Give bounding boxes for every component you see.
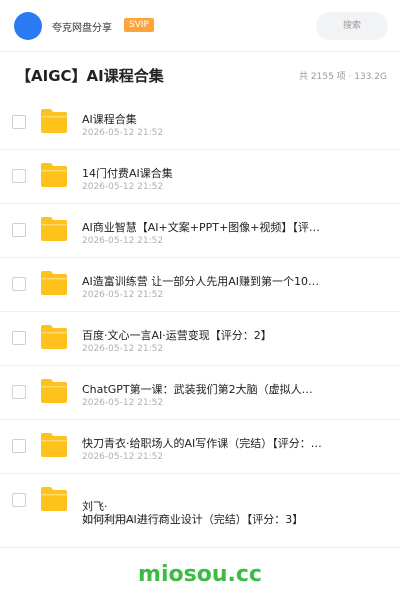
list-item[interactable]: AI造富训练营 让一部分人先用AI赚到第一个100… 2026-05-12 21… <box>0 258 400 312</box>
file-name: AI造富训练营 让一部分人先用AI赚到第一个100… <box>82 275 322 288</box>
file-date: 2026-05-12 21:52 <box>82 452 164 462</box>
list-item[interactable]: AI课程合集 2026-05-12 21:52 <box>0 96 400 150</box>
title-row: 【AIGC】AI课程合集 共 2155 项 · 133.2G <box>0 52 400 96</box>
file-date: 2026-05-12 21:52 <box>82 182 164 192</box>
page-title: 【AIGC】AI课程合集 <box>16 67 164 85</box>
file-name: AI课程合集 <box>82 113 137 126</box>
sharer-name: 夸克网盘分享 <box>52 23 112 34</box>
file-name: 快刀青衣·给职场人的AI写作课（完结）【评分：3】 <box>82 437 322 450</box>
folder-icon <box>41 271 67 295</box>
svip-badge: SVIP <box>124 18 154 32</box>
overlapping-file-name-line: 如何利用AI进行商业设计（完结）【评分：3】 <box>82 513 304 526</box>
list-item[interactable]: 百度·文心一言AI·运营变现【评分：2】 2026-05-12 21:52 <box>0 312 400 366</box>
file-date: 2026-05-12 21:52 <box>82 398 164 408</box>
file-count-summary: 共 2155 项 · 133.2G <box>299 72 387 82</box>
folder-icon <box>41 109 67 133</box>
list-item[interactable]: 14门付费AI课合集 2026-05-12 21:52 <box>0 150 400 204</box>
folder-icon <box>41 487 67 511</box>
site-watermark: miosou.cc <box>138 562 262 587</box>
folder-icon <box>41 433 67 457</box>
list-item[interactable]: ChatGPT第一课：武装我们第2大脑（虚拟人）【… 2026-05-12 21… <box>0 366 400 420</box>
folder-icon <box>41 325 67 349</box>
footer-bar: miosou.cc <box>0 547 400 600</box>
file-list: AI课程合集 2026-05-12 21:52 14门付费AI课合集 2026-… <box>0 96 400 525</box>
avatar[interactable] <box>14 12 42 40</box>
row-checkbox[interactable] <box>12 223 26 237</box>
row-checkbox[interactable] <box>12 277 26 291</box>
file-date: 2026-05-12 21:52 <box>82 290 164 300</box>
file-date: 2026-05-12 21:52 <box>82 344 164 354</box>
row-checkbox[interactable] <box>12 493 26 507</box>
list-item[interactable]: 刘飞· 2026-05-12 21:52 <box>0 474 400 525</box>
file-date: 2026-05-12 21:52 <box>82 236 164 246</box>
file-name: AI商业智慧【AI+文案+PPT+图像+视频】【评… <box>82 221 320 234</box>
search-input[interactable]: 搜索 <box>316 12 388 40</box>
top-bar: 夸克网盘分享 SVIP 搜索 <box>0 0 400 52</box>
folder-icon <box>41 217 67 241</box>
list-item[interactable]: 快刀青衣·给职场人的AI写作课（完结）【评分：3】 2026-05-12 21:… <box>0 420 400 474</box>
row-checkbox[interactable] <box>12 385 26 399</box>
file-name: 14门付费AI课合集 <box>82 167 173 180</box>
folder-icon <box>41 163 67 187</box>
file-date: 2026-05-12 21:52 <box>82 128 164 138</box>
file-name: ChatGPT第一课：武装我们第2大脑（虚拟人）【… <box>82 383 322 396</box>
row-checkbox[interactable] <box>12 331 26 345</box>
folder-icon <box>41 379 67 403</box>
row-checkbox[interactable] <box>12 169 26 183</box>
row-checkbox[interactable] <box>12 115 26 129</box>
list-item[interactable]: AI商业智慧【AI+文案+PPT+图像+视频】【评… 2026-05-12 21… <box>0 204 400 258</box>
file-name: 百度·文心一言AI·运营变现【评分：2】 <box>82 329 272 342</box>
row-checkbox[interactable] <box>12 439 26 453</box>
